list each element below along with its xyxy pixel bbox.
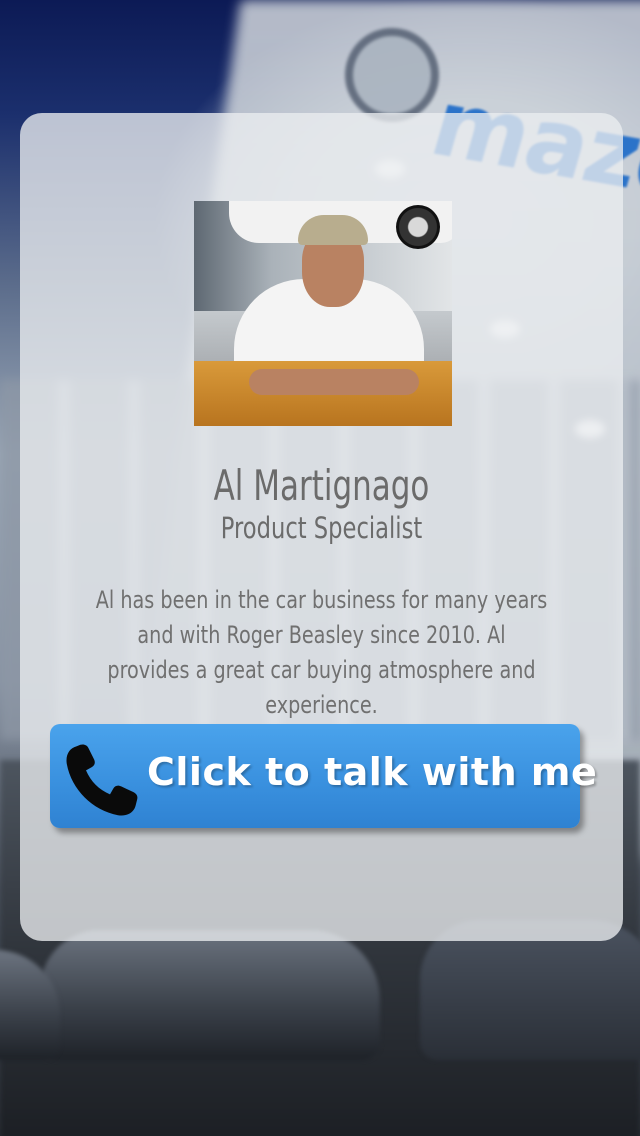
background-car [40,930,380,1060]
call-button-label: Click to talk with me [147,750,598,794]
profile-photo [194,201,452,426]
background-car [420,920,640,1060]
call-button[interactable]: Click to talk with me [50,724,597,828]
app-screen: mazda Al Martignago Product Specialist A… [0,0,640,1136]
phone-icon [66,744,138,816]
profile-title: Product Specialist [220,511,423,545]
profile-bio-text: Al has been in the car business for many… [95,586,548,719]
profile-bio: Al has been in the car business for many… [38,583,605,723]
brand-logo-emblem [345,28,439,122]
profile-card: Al Martignago Product Specialist Al has … [20,113,623,941]
profile-name: Al Martignago [213,461,430,510]
